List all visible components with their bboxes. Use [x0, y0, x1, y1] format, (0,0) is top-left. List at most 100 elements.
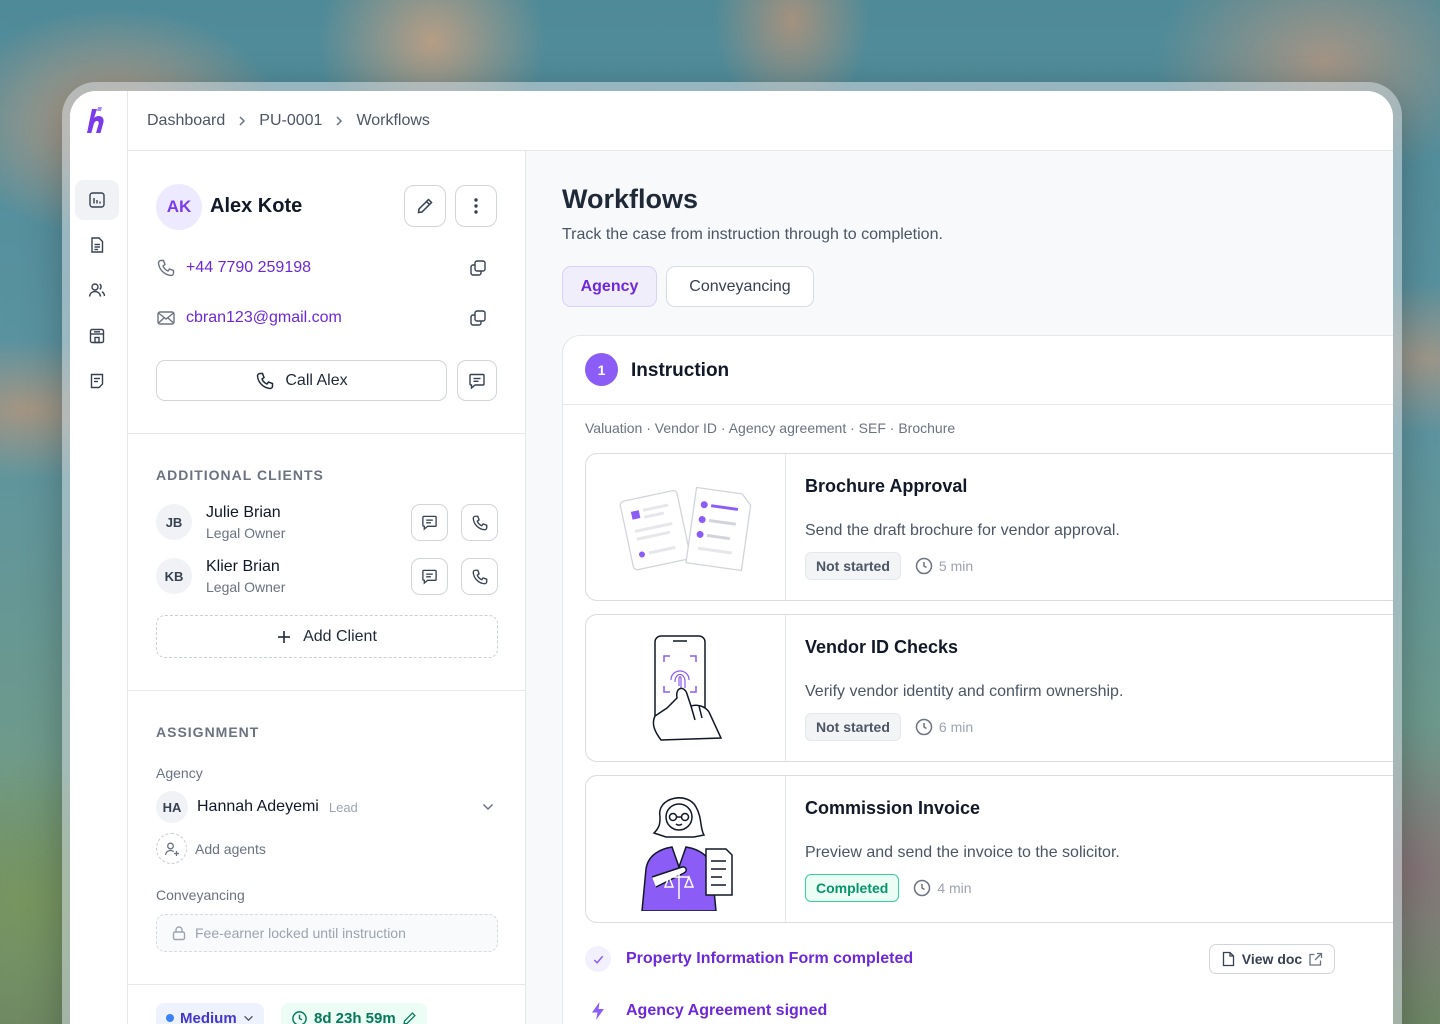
- check-icon: [585, 946, 611, 972]
- external-link-icon: [1309, 952, 1323, 966]
- chevron-down-icon: [243, 1015, 253, 1021]
- building-icon: [89, 328, 105, 344]
- agent-select[interactable]: HA Hannah Adeyemi Lead: [156, 791, 498, 823]
- nav-documents[interactable]: [75, 225, 119, 265]
- conveyancing-label: Conveyancing: [156, 887, 245, 903]
- brochure-illustration: [586, 454, 786, 600]
- more-button[interactable]: [455, 185, 497, 227]
- mail-icon: [157, 311, 175, 325]
- divider: [128, 433, 525, 434]
- message-julie-button[interactable]: [411, 504, 448, 541]
- clock-icon: [915, 557, 933, 575]
- duration-value: 5 min: [938, 558, 974, 574]
- priority-select[interactable]: Medium: [156, 1003, 264, 1024]
- task-duration: 6 min: [915, 718, 973, 736]
- task-commission-invoice[interactable]: Commission Invoice Preview and send the …: [585, 775, 1393, 923]
- task-duration: 5 min: [915, 557, 973, 575]
- message-client-button[interactable]: [457, 360, 497, 401]
- add-agents-label: Add agents: [195, 840, 266, 857]
- reports-icon: [89, 192, 105, 208]
- workflows-main: Workflows Track the case from instructio…: [526, 151, 1393, 1024]
- phone-icon: [472, 569, 487, 584]
- people-icon: [88, 283, 106, 297]
- event-agency-agreement-signed: Agency Agreement signed: [585, 998, 827, 1024]
- task-vendor-id-checks[interactable]: Vendor ID Checks Verify vendor identity …: [585, 614, 1393, 762]
- task-brochure-approval[interactable]: Brochure Approval Send the draft brochur…: [585, 453, 1393, 601]
- call-klier-button[interactable]: [461, 558, 498, 595]
- avatar: KB: [156, 558, 192, 594]
- phone-icon: [257, 372, 274, 389]
- add-agents-button[interactable]: Add agents: [156, 833, 266, 864]
- clock-icon: [292, 1010, 307, 1024]
- phone-icon: [157, 259, 175, 277]
- call-client-button[interactable]: Call Alex: [156, 360, 447, 401]
- nav-reports[interactable]: [75, 180, 119, 220]
- agent-role: Lead: [328, 799, 358, 815]
- lightning-icon: [585, 998, 611, 1024]
- event-pif-completed: Property Information Form completed: [585, 946, 913, 972]
- task-description: Preview and send the invoice to the soli…: [805, 844, 1120, 861]
- step-number: 1: [585, 353, 618, 386]
- client-role: Legal Owner: [206, 579, 286, 595]
- tab-conveyancing[interactable]: Conveyancing: [666, 266, 814, 307]
- event-label: Property Information Form completed: [626, 950, 914, 967]
- tab-agency[interactable]: Agency: [562, 266, 657, 307]
- copy-phone-button[interactable]: [466, 256, 490, 280]
- app-logo-icon[interactable]: [86, 105, 110, 135]
- page-subtitle: Track the case from instruction through …: [562, 226, 943, 243]
- status-badge: Completed: [805, 874, 900, 902]
- instruction-step-card: 1 Instruction Valuation · Vendor ID · Ag…: [562, 335, 1393, 1024]
- more-vertical-icon: [474, 198, 478, 214]
- task-description: Send the draft brochure for vendor appro…: [805, 522, 1120, 539]
- task-meta: Not started 6 min: [805, 713, 973, 741]
- chevron-right-icon: [237, 115, 247, 127]
- file-icon: [1222, 951, 1234, 967]
- page-title: Workflows: [562, 184, 699, 214]
- nav-buildings[interactable]: [75, 316, 119, 356]
- clock-icon: [915, 718, 933, 736]
- priority-dot-icon: [166, 1014, 174, 1022]
- breadcrumb-dashboard[interactable]: Dashboard: [147, 112, 225, 130]
- copy-email-button[interactable]: [466, 306, 490, 330]
- avatar: HA: [156, 791, 188, 823]
- edit-button[interactable]: [404, 185, 446, 227]
- locked-text: Fee-earner locked until instruction: [195, 925, 406, 941]
- agent-name: Hannah Adeyemi: [197, 798, 319, 815]
- view-doc-label: View doc: [1241, 951, 1303, 967]
- task-description: Verify vendor identity and confirm owner…: [805, 683, 1124, 700]
- nav-rail: [70, 91, 128, 1024]
- breadcrumb-case[interactable]: PU-0001: [259, 112, 322, 130]
- sla-timer[interactable]: 8d 23h 59m: [281, 1003, 427, 1024]
- add-client-button[interactable]: Add Client: [156, 615, 498, 658]
- divider: [128, 690, 525, 691]
- phone-number[interactable]: +44 7790 259198: [186, 259, 311, 277]
- document-icon: [91, 237, 104, 253]
- call-julie-button[interactable]: [461, 504, 498, 541]
- agency-label: Agency: [156, 765, 203, 781]
- view-doc-button[interactable]: View doc: [1209, 944, 1335, 974]
- duration-value: 4 min: [937, 880, 972, 896]
- message-klier-button[interactable]: [411, 558, 448, 595]
- copy-icon: [470, 310, 486, 326]
- client-role: Legal Owner: [206, 525, 286, 541]
- email-row: cbran123@gmail.com: [156, 308, 342, 328]
- timer-value: 8d 23h 59m: [314, 1009, 396, 1024]
- divider: [128, 984, 525, 985]
- step-tags: Valuation · Vendor ID · Agency agreement…: [585, 420, 956, 436]
- avatar: JB: [156, 504, 192, 540]
- additional-clients-heading: ADDITIONAL CLIENTS: [156, 467, 324, 483]
- task-duration: 4 min: [913, 879, 972, 897]
- priority-label: Medium: [180, 1009, 237, 1024]
- notes-icon: [90, 373, 104, 389]
- message-icon: [469, 373, 485, 390]
- task-title: Commission Invoice: [805, 798, 981, 818]
- lawyer-illustration: [586, 776, 786, 922]
- add-client-label: Add Client: [303, 627, 377, 645]
- call-button-label: Call Alex: [285, 371, 348, 389]
- nav-notes[interactable]: [75, 361, 119, 401]
- message-icon: [422, 569, 437, 585]
- nav-people[interactable]: [75, 270, 119, 310]
- email-address[interactable]: cbran123@gmail.com: [186, 309, 342, 327]
- duration-value: 6 min: [938, 719, 974, 735]
- client-name: Klier Brian: [206, 558, 280, 575]
